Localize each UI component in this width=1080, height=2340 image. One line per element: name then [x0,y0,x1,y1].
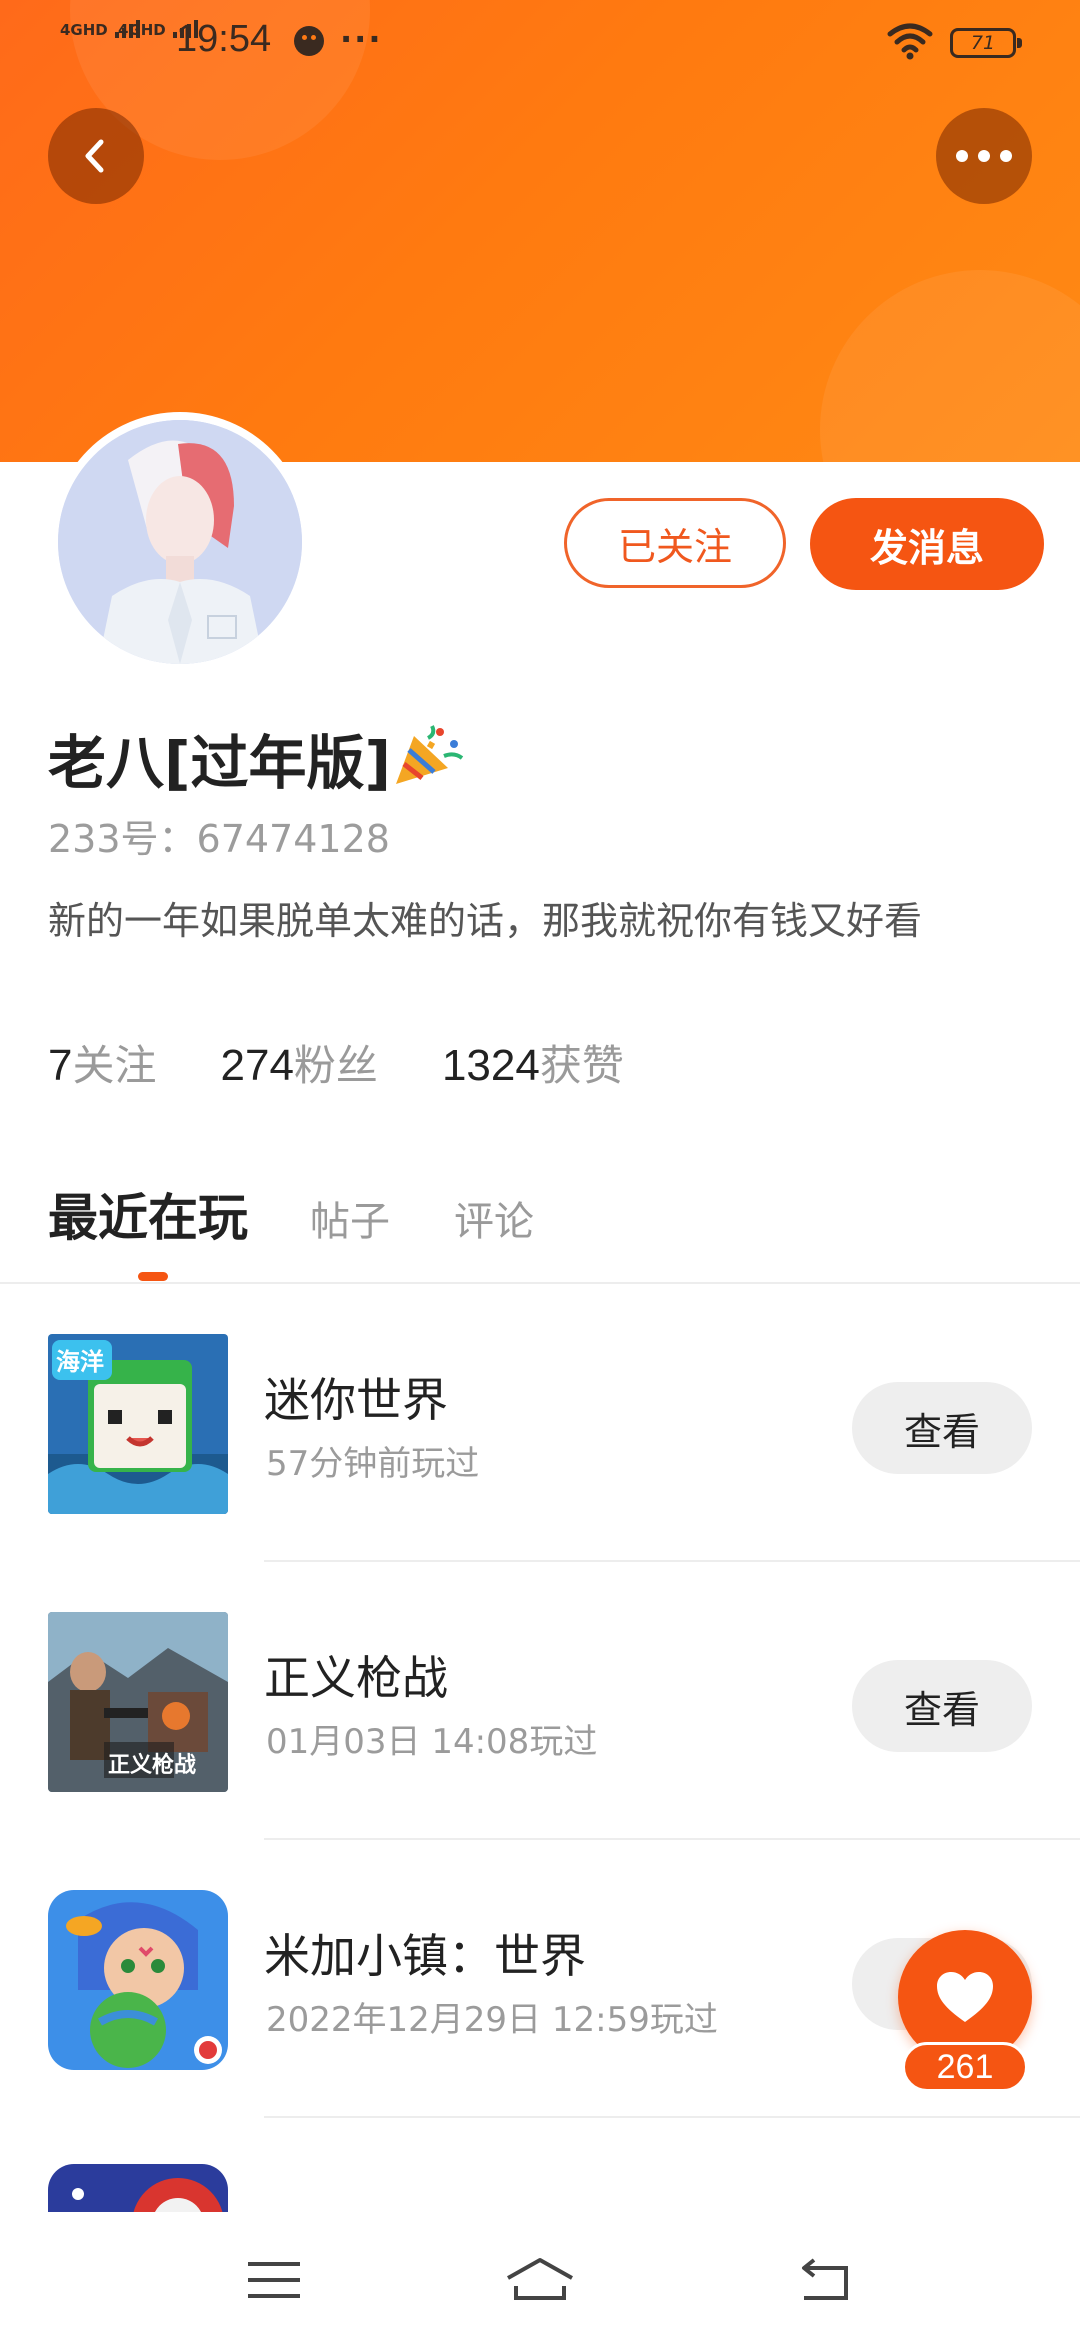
likes-count: 1324 获赞 [442,1032,624,1093]
more-dots-icon [978,150,990,162]
app-notification-icon [294,26,324,56]
miga-town-game-icon [48,1890,228,2070]
menu-icon[interactable] [244,2256,304,2304]
more-notifications-icon: ··· [340,20,383,58]
mini-world-game-icon: 海洋 [48,1334,228,1514]
more-options-button[interactable] [936,108,1032,204]
game-icon-badge: 海洋 [56,1348,104,1376]
game-played-time: 01月03日 14:08玩过 [266,1722,598,1762]
signal-label: 4GHD [60,21,108,39]
banner-decoration [820,270,1080,462]
stat-label: 获赞 [539,1041,624,1090]
wifi-icon [887,23,933,60]
stat-label: 关注 [72,1041,157,1090]
game-title: 正义枪战 [264,1651,448,1705]
tab-recently-played[interactable]: 最近在玩 [48,1178,248,1250]
avatar-illustration [58,420,302,664]
list-item[interactable] [0,2118,1080,2212]
following-count[interactable]: 7 关注 [48,1032,157,1093]
profile-banner: 4GHD 4GHD 19:54 ··· 71 [0,0,1080,462]
game-icon: 正义枪战 [48,1612,228,1792]
game-played-time: 2022年12月29日 12:59玩过 [266,2000,718,2040]
game-icon-badge: 正义枪战 [108,1752,196,1778]
view-game-button[interactable]: 查看 [852,1660,1032,1752]
signal-label: 4GHD [118,21,166,39]
view-game-button[interactable]: 查看 [852,1382,1032,1474]
stat-number: 7 [48,1041,73,1090]
game-title: 米加小镇：世界 [264,1929,586,1983]
more-dots-icon [1000,150,1012,162]
chevron-left-icon [85,139,104,173]
user-nickname: 老八[过年版] [48,729,392,797]
user-bio: 新的一年如果脱单太难的话，那我就祝你有钱又好看 [48,899,923,943]
list-item[interactable]: 海洋 迷你世界 57分钟前玩过 查看 [0,1284,1080,1562]
avatar-image [58,420,302,664]
status-time: 19:54 [176,18,272,60]
battery-level: 71 [970,32,996,54]
user-id: 233号：67474128 [48,817,390,861]
tab-posts[interactable]: 帖子 [310,1189,390,1247]
send-message-button[interactable]: 发消息 [810,498,1044,590]
avatar[interactable] [50,412,310,672]
game-icon [48,2164,228,2212]
followers-count[interactable]: 274 粉丝 [221,1032,378,1093]
game-played-time: 57分钟前玩过 [266,1444,480,1484]
game-icon: 海洋 [48,1334,228,1514]
game-icon-partial [48,2164,228,2212]
battery-icon: 71 [950,28,1022,58]
status-bar: 4GHD 4GHD 19:54 ··· 71 [0,0,1080,86]
active-tab-indicator [138,1272,168,1281]
profile-stats: 7 关注 274 粉丝 1324 获赞 [48,1032,688,1093]
stat-number: 274 [220,1041,294,1090]
party-popper-icon [396,725,464,784]
profile-tabs: 最近在玩 帖子 评论 [48,1178,598,1250]
system-navigation-bar [0,2212,1080,2340]
stat-number: 1324 [441,1041,540,1090]
back-button[interactable] [48,108,144,204]
home-icon[interactable] [504,2256,576,2304]
game-icon [48,1890,228,2070]
list-item[interactable]: 正义枪战 正义枪战 01月03日 14:08玩过 查看 [0,1562,1080,1840]
following-button[interactable]: 已关注 [564,498,786,588]
game-title: 迷你世界 [264,1373,448,1427]
stat-label: 粉丝 [293,1041,378,1090]
like-count-badge: 261 [902,2042,1028,2092]
heart-icon [937,1972,993,2022]
tab-comments[interactable]: 评论 [454,1189,534,1247]
justice-shootout-game-icon: 正义枪战 [48,1612,228,1792]
more-dots-icon [956,150,968,162]
return-icon[interactable] [796,2256,856,2304]
